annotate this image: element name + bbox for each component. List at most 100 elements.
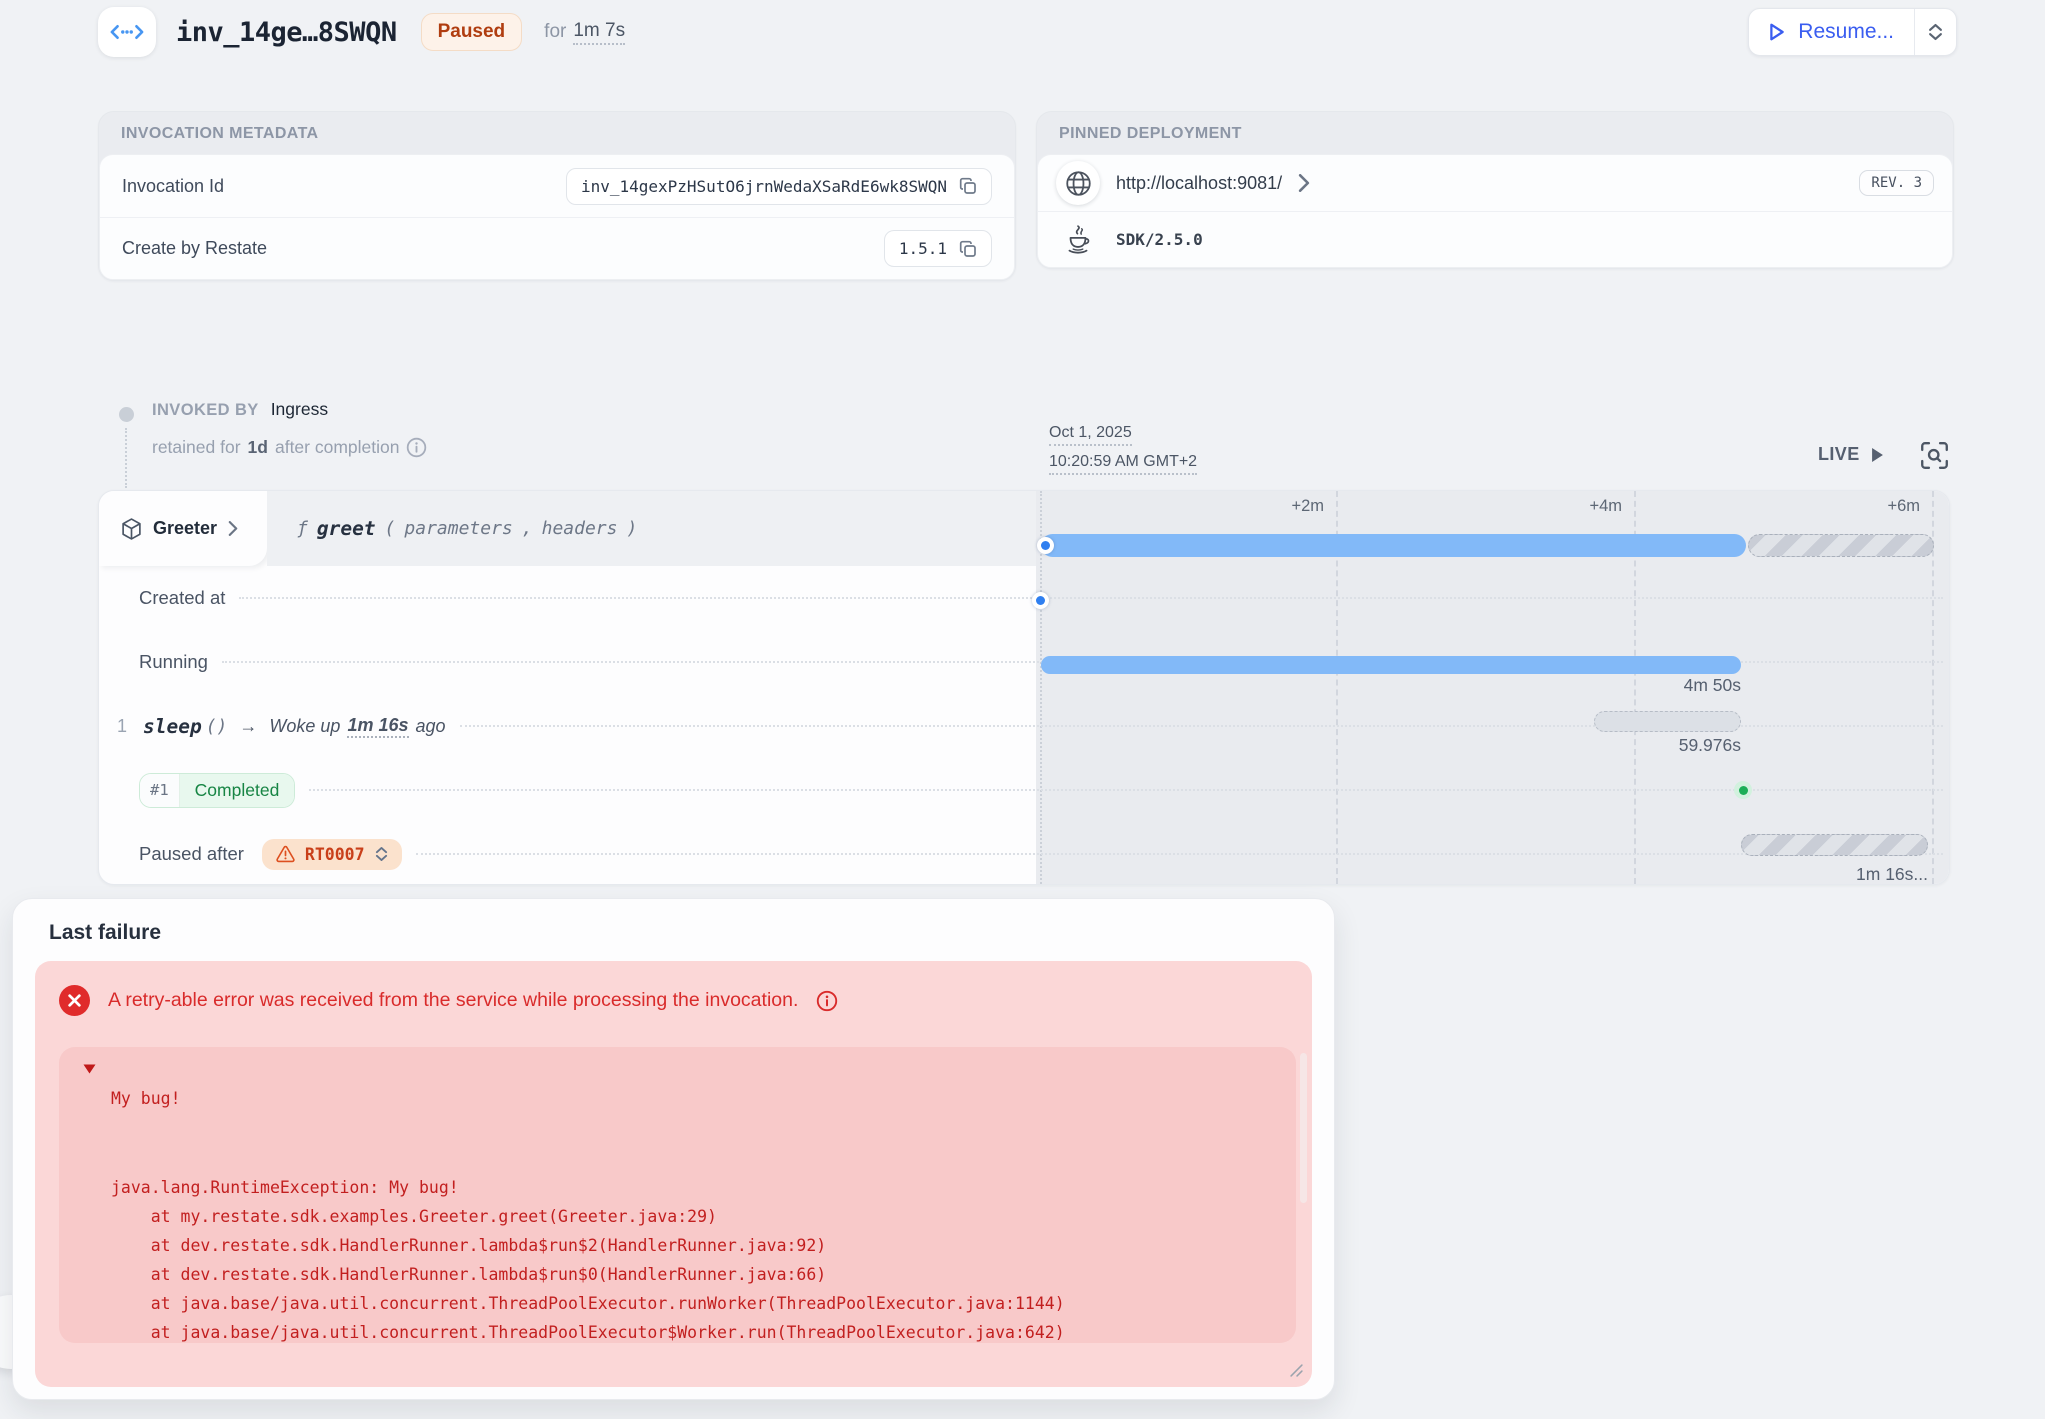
copy-invocation-id-button[interactable] [959, 177, 977, 195]
journal-row-created-at: Created at [99, 566, 1949, 630]
copy-version-button[interactable] [959, 240, 977, 258]
running-label: Running [139, 651, 208, 673]
chevron-up-down-icon [375, 846, 388, 862]
sleep-timeline: 59.976s [1036, 694, 1950, 758]
handler-name: greet [317, 517, 376, 540]
paren-close: ) [626, 518, 637, 539]
journal-row-attempt: #1 Completed [99, 758, 1949, 822]
warning-triangle-icon [276, 845, 295, 863]
running-timeline: 4m 50s [1036, 630, 1950, 694]
created-by-row: Create by Restate 1.5.1 [100, 217, 1014, 279]
invocation-metadata-body: Invocation Id inv_14gexPzHSutO6jrnWedaXS… [99, 154, 1015, 280]
arrow-right-icon: → [239, 716, 257, 737]
restate-version-value: 1.5.1 [884, 230, 992, 267]
retention-duration: 1d [248, 437, 268, 458]
sleep-result-prefix: Woke up [269, 716, 340, 737]
running-duration: 4m 50s [1036, 675, 1741, 696]
x-icon [67, 993, 82, 1008]
code-chevrons-icon [110, 24, 144, 40]
paused-after-label: Paused after [139, 843, 244, 865]
invocation-id-label: Invocation Id [122, 176, 224, 197]
sleep-result-suffix: ago [416, 716, 446, 737]
timeline-start-datetime[interactable]: Oct 1, 2025 10:20:59 AM GMT+2 [1049, 424, 1197, 482]
running-bar[interactable] [1041, 656, 1741, 674]
entry-index: 1 [117, 716, 143, 737]
attempt-number: #1 [140, 774, 180, 807]
deployment-endpoint: http://localhost:9081/ [1116, 173, 1282, 194]
collapse-toggle[interactable] [83, 1061, 96, 1079]
attempt-completed-dot [1734, 781, 1752, 799]
resume-button-label: Resume... [1798, 20, 1894, 44]
last-failure-card: Last failure A retry-able error was rece… [12, 898, 1335, 1400]
failure-message: A retry-able error was received from the… [108, 989, 798, 1012]
paused-timeline: 1m 16s... [1036, 822, 1950, 885]
attempt-timeline [1036, 758, 1950, 822]
retention-suffix: after completion [275, 437, 400, 458]
pinned-deployment-body: http://localhost:9081/ REV. 3 [1037, 154, 1953, 268]
sleep-entry-name[interactable]: sleep [143, 715, 202, 738]
pinned-deployment-panel: PINNED DEPLOYMENT http://localhost:9081/… [1036, 111, 1954, 269]
journal-table: Greeter ƒ greet ( parameters , headers )… [98, 490, 1950, 885]
journal-row-paused: Paused after RT0007 1m 16s... [99, 822, 1949, 885]
chevron-right-icon [1298, 174, 1310, 192]
created-at-label: Created at [139, 587, 225, 609]
service-cube-icon [121, 518, 142, 540]
resize-handle[interactable] [1290, 1364, 1303, 1382]
tick-6m: +6m [1036, 497, 1920, 516]
resume-button[interactable]: Resume... [1749, 9, 1914, 55]
service-name: Greeter [153, 518, 217, 539]
resume-split-button: Resume... [1748, 8, 1957, 56]
resize-grip-icon [1290, 1364, 1303, 1377]
invocation-type-icon [98, 7, 156, 57]
live-label: LIVE [1818, 444, 1860, 465]
function-symbol: ƒ [297, 518, 308, 539]
info-icon[interactable] [816, 990, 838, 1012]
fit-to-view-button[interactable] [1920, 441, 1949, 475]
invocation-paused-bar[interactable] [1748, 534, 1934, 557]
invocation-id-row: Invocation Id inv_14gexPzHSutO6jrnWedaXS… [100, 155, 1014, 217]
timeline-time: 10:20:59 AM GMT+2 [1049, 453, 1197, 475]
revision-badge: REV. 3 [1859, 170, 1934, 196]
invocation-start-dot [1037, 537, 1054, 554]
sleep-duration-bar[interactable] [1594, 711, 1741, 732]
scrollbar-thumb[interactable] [1300, 1053, 1307, 1203]
handler-arg-1: parameters [404, 518, 512, 539]
invocation-id-text: inv_14gexPzHSutO6jrnWedaXSaRdE6wk8SWQN [581, 177, 947, 196]
copy-icon [959, 240, 977, 258]
invocation-id-value: inv_14gexPzHSutO6jrnWedaXSaRdE6wk8SWQN [566, 168, 992, 205]
journal-row-sleep: 1 sleep () → Woke up 1m 16s ago 59.976s [99, 694, 1949, 758]
restate-version-text: 1.5.1 [899, 239, 947, 258]
sdk-version: SDK/2.5.0 [1116, 230, 1203, 249]
error-code: RT0007 [305, 845, 365, 864]
stack-trace-box[interactable]: My bug! java.lang.RuntimeException: My b… [59, 1047, 1296, 1343]
failure-alert: A retry-able error was received from the… [35, 961, 1312, 1387]
failure-alert-header: A retry-able error was received from the… [35, 961, 1312, 1016]
live-button[interactable]: LIVE [1818, 444, 1884, 465]
invocation-detail-page: inv_14ge…8SWQN Paused for 1m 7s Resume..… [0, 0, 2045, 1419]
stack-trace: java.lang.RuntimeException: My bug! at m… [111, 1173, 1065, 1343]
deployment-endpoint-row[interactable]: http://localhost:9081/ REV. 3 [1038, 155, 1952, 211]
invocation-duration[interactable]: 1m 7s [573, 20, 625, 45]
play-outline-icon [1769, 23, 1785, 41]
chevron-up-down-icon [1928, 23, 1943, 41]
service-tab[interactable]: Greeter [99, 491, 267, 566]
retention-line: retained for 1d after completion [152, 437, 427, 458]
paren-open: ( [385, 518, 396, 539]
invocation-metadata-panel: INVOCATION METADATA Invocation Id inv_14… [98, 111, 1016, 281]
info-icon[interactable] [406, 437, 427, 458]
error-code-badge[interactable]: RT0007 [262, 839, 402, 870]
paused-duration: 1m 16s... [1036, 864, 1928, 885]
failure-summary: My bug! [111, 1089, 181, 1108]
invocation-metadata-title: INVOCATION METADATA [99, 112, 1015, 154]
handler-signature: ƒ greet ( parameters , headers ) [267, 491, 1036, 566]
error-circle [59, 985, 90, 1016]
attempt-badge[interactable]: #1 Completed [139, 773, 295, 808]
paused-duration-bar[interactable] [1741, 834, 1928, 856]
resume-options-button[interactable] [1915, 9, 1956, 55]
status-badge: Paused [421, 13, 523, 51]
invocation-total-bar[interactable] [1041, 534, 1746, 557]
timeline-scale: +2m +4m +6m [1036, 491, 1949, 566]
journey-start-dot [119, 407, 134, 422]
sleep-wakeup-time[interactable]: 1m 16s [347, 715, 408, 738]
page-title: inv_14ge…8SWQN [176, 17, 397, 48]
